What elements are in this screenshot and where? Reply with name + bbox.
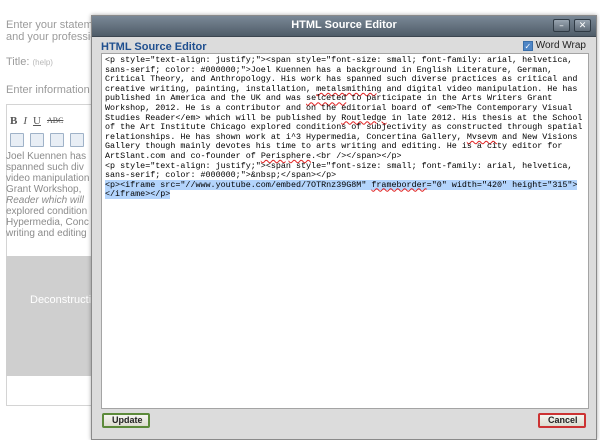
editor-body-text: Joel Kuennen has spanned such div video …	[6, 151, 92, 239]
paste-icon[interactable]	[50, 133, 64, 147]
html-source-editor-dialog: HTML Source Editor – ✕ HTML Source Edito…	[91, 15, 597, 440]
spellcheck-word: metalsmithing	[316, 83, 382, 94]
update-button[interactable]: Update	[102, 413, 150, 428]
minimize-icon: –	[559, 21, 564, 31]
editor-body-line: Joel Kuennen has	[6, 151, 87, 162]
preview-panel: Deconstructing/F	[6, 256, 92, 376]
copy-icon[interactable]	[30, 133, 44, 147]
spellcheck-word: selceted	[306, 93, 347, 104]
minimize-button[interactable]: –	[553, 19, 570, 32]
editor-body-line: writing and editing	[6, 228, 87, 239]
spellcheck-word: Routledge	[341, 112, 387, 123]
close-button[interactable]: ✕	[574, 19, 591, 32]
editor-body-line: Hypermedia, Conc	[6, 217, 89, 228]
source-line: <p style="text-align: justify;"><span st…	[105, 55, 588, 161]
editor-body-line: Reader which will	[6, 195, 84, 206]
underline-button[interactable]: U	[33, 114, 41, 128]
close-icon: ✕	[578, 21, 587, 31]
dialog-title: HTML Source Editor	[291, 19, 397, 31]
spellcheck-word: Perisphere	[260, 150, 312, 161]
word-wrap-label: Word Wrap	[535, 40, 586, 51]
strikethrough-button[interactable]: ABC	[47, 114, 63, 128]
editor-toolbar-row-2	[10, 133, 84, 147]
preview-panel-text: Deconstructing/F	[30, 294, 92, 306]
statement-label-line-2: and your professio	[6, 31, 97, 43]
italic-button[interactable]: I	[23, 114, 27, 128]
word-wrap-checkbox[interactable]: ✓	[522, 40, 533, 51]
editor-body-line: spanned such div	[6, 162, 84, 173]
spellcheck-word: Mvsevm	[466, 131, 498, 142]
source-line: <p style="text-align: justify;"><span st…	[105, 160, 578, 181]
editor-body-line: explored condition	[6, 206, 88, 217]
editor-toolbar-row-1: B I U ABC	[10, 114, 63, 128]
paste-text-icon[interactable]	[70, 133, 84, 147]
editor-body-line: video manipulation	[6, 173, 90, 184]
spellcheck-word: frameborder	[371, 179, 427, 190]
bold-button[interactable]: B	[10, 114, 17, 128]
dialog-titlebar[interactable]: HTML Source Editor – ✕	[92, 16, 596, 37]
source-line-selected: <p><iframe src="//www.youtube.com/embed/…	[105, 179, 578, 200]
html-source-textarea[interactable]: <p style="text-align: justify;"><span st…	[101, 53, 589, 409]
editor-body-line: Grant Workshop,	[6, 184, 82, 195]
cancel-button[interactable]: Cancel	[538, 413, 586, 428]
title-help-link[interactable]: (help)	[33, 58, 53, 67]
title-label-text: Title:	[6, 56, 30, 68]
word-wrap-toggle[interactable]: ✓ Word Wrap	[522, 40, 586, 51]
title-label: Title: (help)	[6, 56, 53, 69]
cut-icon[interactable]	[10, 133, 24, 147]
dialog-heading: HTML Source Editor	[101, 41, 207, 53]
